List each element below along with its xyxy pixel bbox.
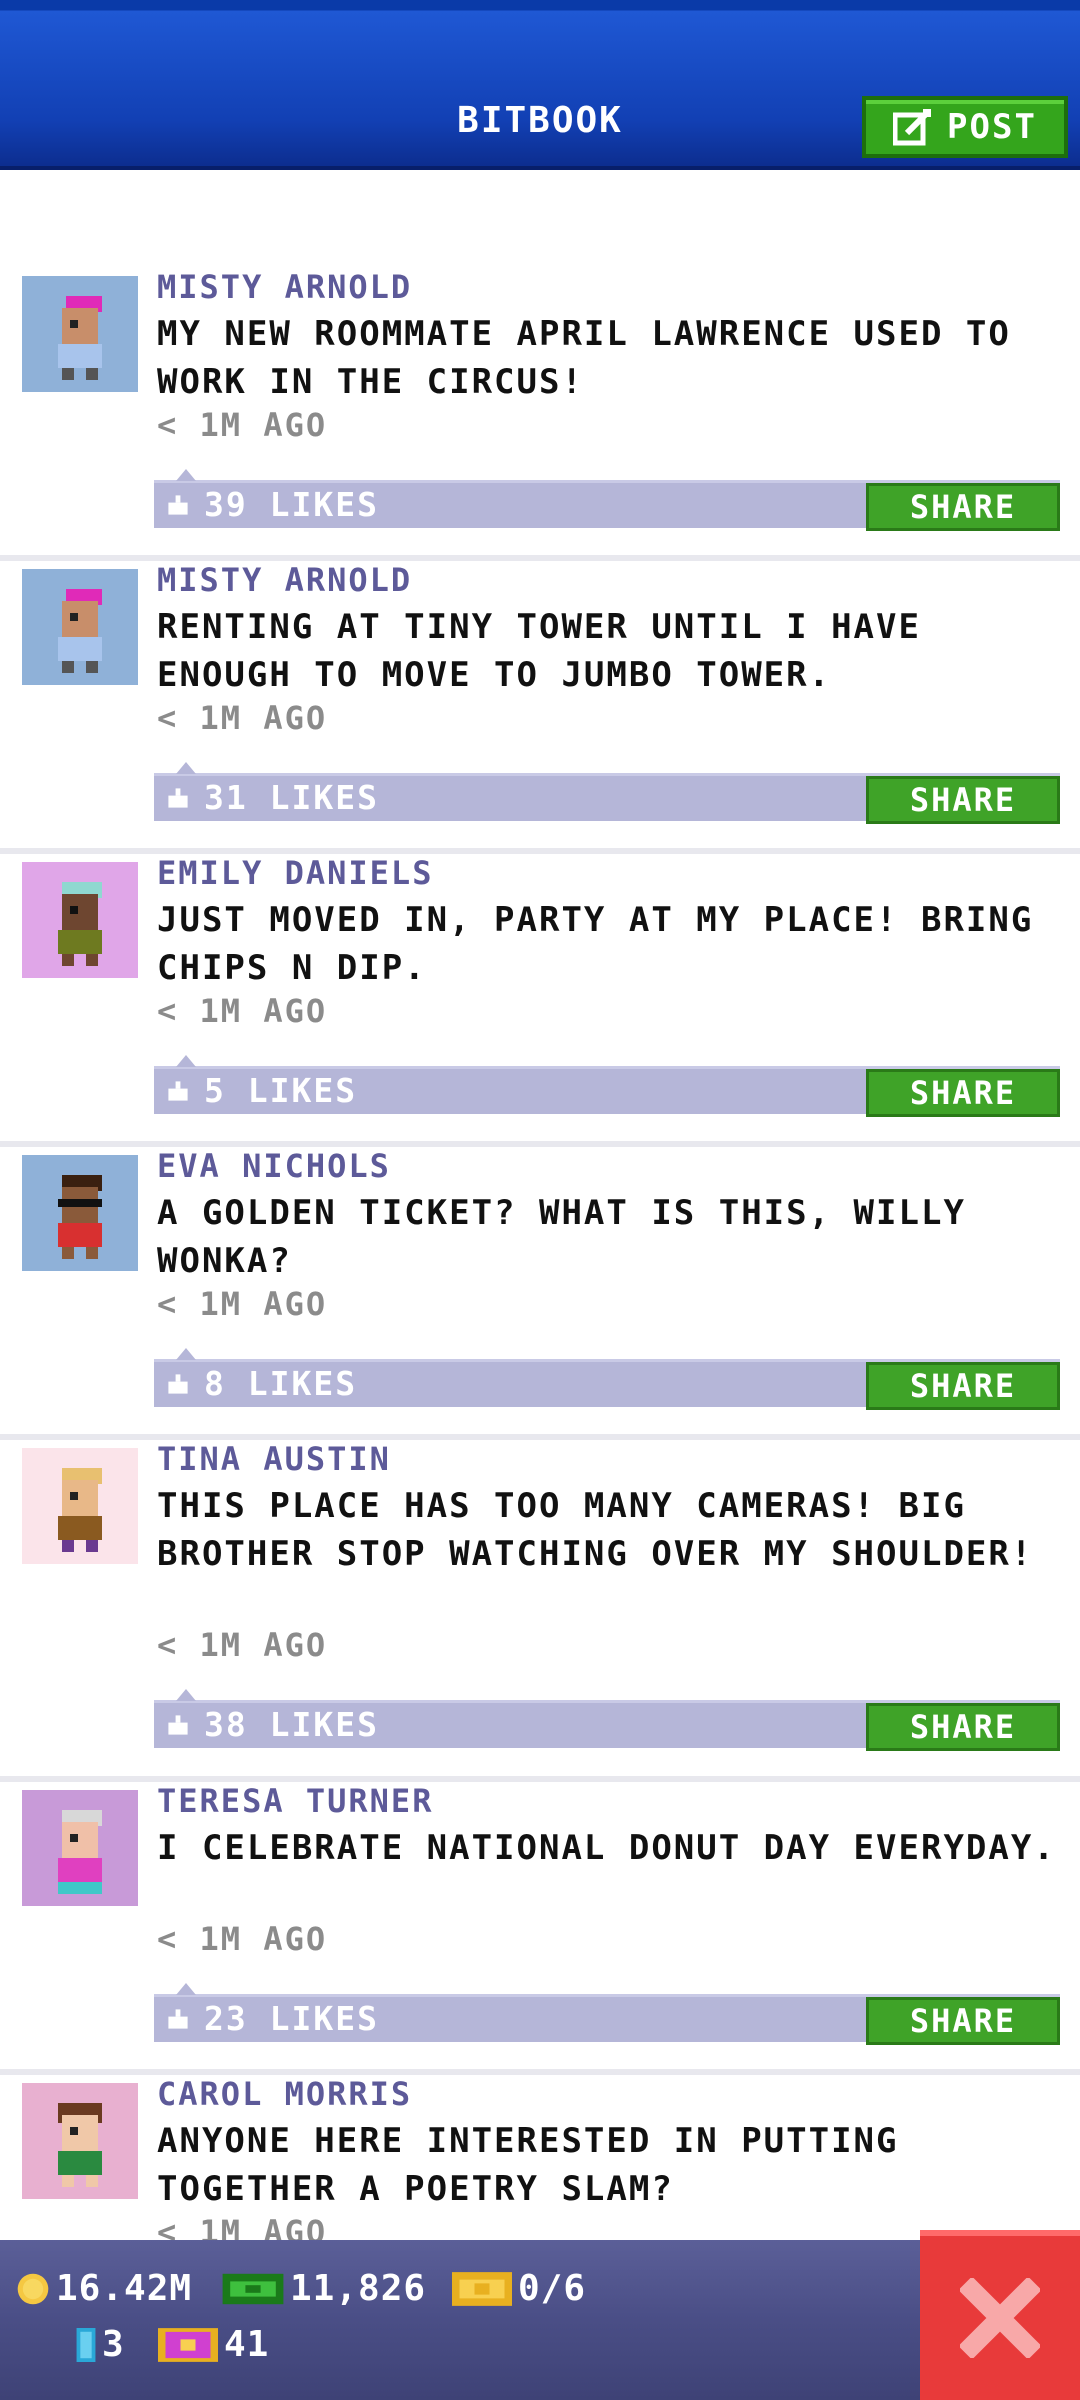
post-time: < 1M AGO	[157, 1920, 328, 1958]
tickets-value: 0/6	[518, 2268, 587, 2309]
post-message: A GOLDEN TICKET? WHAT IS THIS, WILLY WON…	[157, 1193, 966, 1281]
likes-bar[interactable]: 5 LIKES SHARE	[154, 1055, 1060, 1117]
avatar[interactable]	[22, 1790, 138, 1906]
list-item: CAROL MORRIS ANYONE HERE INTERESTED IN P…	[0, 2075, 1080, 2240]
list-item: TERESA TURNER I CELEBRATE NATIONAL DONUT…	[0, 1782, 1080, 2075]
thumbs-up-icon	[168, 1715, 188, 1735]
avatar[interactable]	[22, 276, 138, 392]
elevator-counter: 3	[76, 2324, 125, 2365]
avatar[interactable]	[22, 1155, 138, 1271]
thumbs-up-icon	[168, 1374, 188, 1394]
coins-value: 16.42M	[56, 2268, 193, 2309]
thumbs-up-icon	[168, 788, 188, 808]
post-button[interactable]: POST	[862, 96, 1068, 158]
list-item: MISTY ARNOLD RENTING AT TINY TOWER UNTIL…	[0, 561, 1080, 854]
post-author[interactable]: CAROL MORRIS	[157, 2075, 412, 2113]
person-avatar-icon	[58, 2103, 102, 2187]
post-author[interactable]: MISTY ARNOLD	[157, 561, 412, 599]
golden-ticket-icon	[452, 2271, 512, 2306]
person-avatar-icon	[58, 1175, 102, 1259]
post-author[interactable]: MISTY ARNOLD	[157, 268, 412, 306]
likes-count: 5 LIKES	[204, 1071, 358, 1110]
feed-list[interactable]: MISTY ARNOLD MY NEW ROOMMATE APRIL LAWRE…	[0, 268, 1080, 2240]
likes-bar[interactable]: 39 LIKES SHARE	[154, 469, 1060, 531]
tickets-counter: 0/6	[452, 2268, 586, 2309]
list-item: EMILY DANIELS JUST MOVED IN, PARTY AT MY…	[0, 854, 1080, 1147]
thumbs-up-icon	[168, 2009, 188, 2029]
post-message: MY NEW ROOMMATE APRIL LAWRENCE USED TO W…	[157, 314, 1011, 402]
avatar[interactable]	[22, 569, 138, 685]
person-avatar-icon	[58, 296, 102, 380]
share-button[interactable]: SHARE	[866, 1069, 1060, 1117]
person-avatar-icon	[58, 1810, 102, 1894]
list-item: TINA AUSTIN THIS PLACE HAS TOO MANY CAME…	[0, 1440, 1080, 1782]
likes-count: 31 LIKES	[204, 778, 379, 817]
gems-value: 41	[224, 2324, 270, 2365]
close-icon	[960, 2278, 1040, 2358]
post-author[interactable]: EVA NICHOLS	[157, 1147, 391, 1185]
person-avatar-icon	[58, 589, 102, 673]
bux-value: 11,826	[290, 2268, 427, 2309]
likes-count: 38 LIKES	[204, 1705, 379, 1744]
share-button[interactable]: SHARE	[866, 483, 1060, 531]
post-button-label: POST	[947, 107, 1037, 147]
likes-bar[interactable]: 23 LIKES SHARE	[154, 1983, 1060, 2045]
likes-count: 23 LIKES	[204, 1999, 379, 2038]
share-button[interactable]: SHARE	[866, 1703, 1060, 1751]
post-author[interactable]: EMILY DANIELS	[157, 854, 433, 892]
app-header: BITBOOK POST	[0, 0, 1080, 170]
post-message: JUST MOVED IN, PARTY AT MY PLACE! BRING …	[157, 900, 1034, 988]
coin-icon	[17, 2273, 49, 2304]
post-time: < 1M AGO	[157, 406, 328, 444]
thumbs-up-icon	[168, 495, 188, 515]
post-time: < 1M AGO	[157, 699, 328, 737]
share-button[interactable]: SHARE	[866, 776, 1060, 824]
elevator-value: 3	[102, 2324, 125, 2365]
elevator-icon	[76, 2327, 96, 2362]
post-time: < 1M AGO	[157, 992, 328, 1030]
post-message: THIS PLACE HAS TOO MANY CAMERAS! BIG BRO…	[157, 1486, 1034, 1574]
list-item: EVA NICHOLS A GOLDEN TICKET? WHAT IS THI…	[0, 1147, 1080, 1440]
post-time: < 1M AGO	[157, 1285, 328, 1323]
post-message: RENTING AT TINY TOWER UNTIL I HAVE ENOUG…	[157, 607, 921, 695]
gem-ticket-icon	[158, 2327, 218, 2362]
avatar[interactable]	[22, 1448, 138, 1564]
post-message: I CELEBRATE NATIONAL DONUT DAY EVERYDAY.	[157, 1828, 1056, 1868]
bux-icon	[222, 2273, 284, 2304]
likes-bar[interactable]: 38 LIKES SHARE	[154, 1689, 1060, 1751]
resource-bar: 16.42M 11,826 0/6 3 41	[0, 2240, 1080, 2400]
coins-counter: 16.42M	[16, 2268, 192, 2309]
share-button[interactable]: SHARE	[866, 1997, 1060, 2045]
post-author[interactable]: TERESA TURNER	[157, 1782, 433, 1820]
thumbs-up-icon	[168, 1081, 188, 1101]
post-message: ANYONE HERE INTERESTED IN PUTTING TOGETH…	[157, 2121, 899, 2209]
likes-bar[interactable]: 8 LIKES SHARE	[154, 1348, 1060, 1410]
avatar[interactable]	[22, 862, 138, 978]
post-author[interactable]: TINA AUSTIN	[157, 1440, 391, 1478]
likes-count: 39 LIKES	[204, 485, 379, 524]
avatar[interactable]	[22, 2083, 138, 2199]
person-avatar-icon	[58, 1468, 102, 1552]
bux-counter: 11,826	[222, 2268, 426, 2309]
person-avatar-icon	[58, 882, 102, 966]
likes-count: 8 LIKES	[204, 1364, 358, 1403]
likes-bar[interactable]: 31 LIKES SHARE	[154, 762, 1060, 824]
close-button[interactable]	[920, 2230, 1080, 2400]
list-item: MISTY ARNOLD MY NEW ROOMMATE APRIL LAWRE…	[0, 268, 1080, 561]
share-button[interactable]: SHARE	[866, 1362, 1060, 1410]
post-time: < 1M AGO	[157, 1626, 328, 1664]
compose-icon	[893, 109, 932, 146]
gems-counter: 41	[158, 2324, 269, 2365]
post-time: < 1M AGO	[157, 2213, 328, 2240]
